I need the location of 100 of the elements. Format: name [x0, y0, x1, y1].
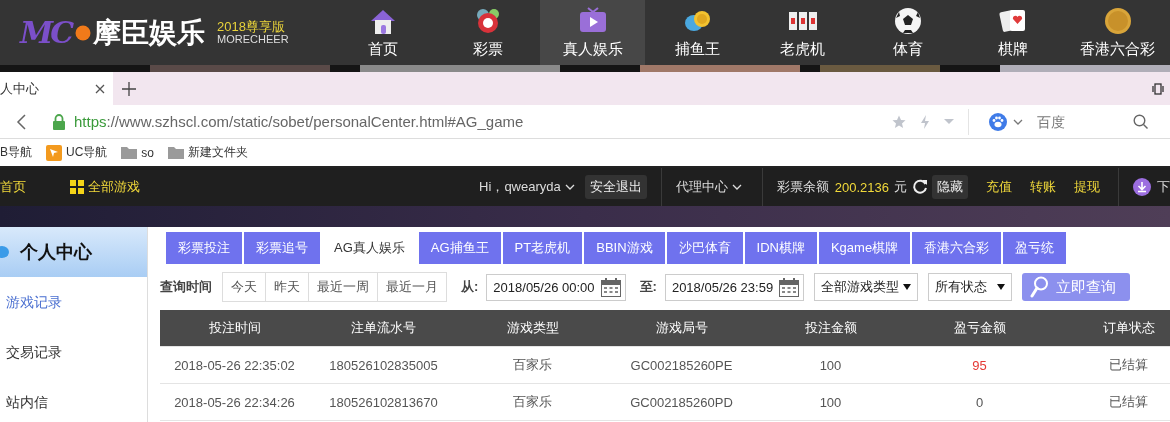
- logo-name: 摩臣娱乐: [93, 15, 206, 50]
- dropdown[interactable]: 所有状态: [928, 273, 1013, 301]
- nav-item[interactable]: 捕鱼王: [645, 0, 750, 65]
- caret-icon: [997, 284, 1006, 290]
- search-field[interactable]: 百度: [1035, 112, 1127, 131]
- bookmark[interactable]: 新建文件夹: [168, 144, 249, 161]
- tab[interactable]: 盈亏统: [1003, 232, 1067, 264]
- calendar-icon: [779, 277, 800, 297]
- action-link[interactable]: 充值: [986, 178, 1012, 196]
- user-menu[interactable]: Hi，qwearyda: [479, 178, 581, 196]
- table-cell-text: 百家乐: [512, 356, 553, 374]
- dropdown[interactable]: 全部游戏类型: [814, 273, 919, 301]
- tab[interactable]: BBIN游戏: [584, 232, 665, 264]
- tab[interactable]: 沙巴体育: [666, 232, 743, 264]
- nav-item[interactable]: 首页: [330, 0, 435, 65]
- tab[interactable]: 彩票投注: [166, 232, 242, 264]
- folder-icon: [121, 144, 138, 161]
- column-header: 订单状态: [1101, 319, 1156, 337]
- column-header: 盈亏金额: [952, 319, 1007, 337]
- chevron-down-icon: [564, 184, 575, 190]
- caret-icon: [903, 284, 912, 290]
- lightning-icon: [920, 114, 930, 129]
- coin-icon: [1102, 6, 1133, 36]
- caret-icon: [944, 118, 954, 125]
- table-cell-text: 180526102835005: [328, 357, 439, 373]
- sidebar-item[interactable]: 站内信: [0, 377, 147, 422]
- tab[interactable]: 香港六合彩: [912, 232, 1002, 264]
- logo-mark: MC: [20, 15, 72, 50]
- home-link[interactable]: 首页: [0, 178, 26, 196]
- table-cell-text: 100: [818, 394, 843, 410]
- paw-icon: [989, 112, 1007, 131]
- back-icon: [16, 113, 26, 130]
- window-icon: [1152, 82, 1164, 95]
- table-cell-text: 100: [818, 357, 843, 373]
- table-cell-text: 已结算: [1108, 356, 1149, 374]
- date-label: 至:: [639, 278, 657, 296]
- balance-label: 彩票余额: [776, 178, 829, 196]
- sidebar-item[interactable]: 游戏记录: [0, 277, 147, 327]
- currency-label: 元: [894, 178, 907, 196]
- column-header: 游戏局号: [654, 319, 709, 337]
- action-link[interactable]: 转账: [1030, 178, 1056, 196]
- bookmark[interactable]: UC导航: [46, 144, 108, 161]
- bookmark[interactable]: B导航: [0, 144, 32, 161]
- nav-item[interactable]: 老虎机: [750, 0, 855, 65]
- tab-title: 人中心: [0, 79, 39, 98]
- soccer-ball-icon: [892, 6, 923, 36]
- brand-label: MORECHEER: [217, 32, 289, 46]
- lock-icon: [52, 113, 66, 130]
- table-cell-text: 2018-05-26 22:34:26: [173, 394, 296, 410]
- uc-icon: [46, 144, 62, 161]
- sidebar-item[interactable]: 交易记录: [0, 327, 147, 377]
- column-header: 投注金额: [803, 319, 858, 337]
- action-link[interactable]: 提现: [1074, 178, 1100, 196]
- refresh-icon: [912, 179, 928, 195]
- hide-button[interactable]: 隐藏: [932, 175, 968, 199]
- table-cell-text: 百家乐: [512, 393, 553, 411]
- tab[interactable]: PT老虎机: [502, 232, 583, 264]
- table-cell-text: 已结算: [1108, 393, 1149, 411]
- chevron-down-icon: [1013, 118, 1023, 125]
- nav-item[interactable]: 真人娱乐: [540, 0, 645, 65]
- table-cell-text: 95: [971, 357, 988, 373]
- nav-item[interactable]: 彩票: [435, 0, 540, 65]
- nav-item[interactable]: 体育: [855, 0, 960, 65]
- nav-item[interactable]: 香港六合彩: [1065, 0, 1170, 65]
- close-icon: [95, 83, 105, 94]
- search-icon: [1133, 114, 1148, 129]
- table-cell-text: GC002185260PE: [629, 357, 734, 373]
- column-header: 投注时间: [207, 319, 262, 337]
- nav-item[interactable]: 棋牌: [960, 0, 1065, 65]
- url-text[interactable]: https://www.szhscl.com/static/sobet/personalCenter.html#AG_game: [74, 113, 524, 130]
- tab[interactable]: Kgame棋牌: [818, 232, 911, 264]
- ball-icon: [75, 24, 92, 41]
- browser-tab[interactable]: 人中心: [0, 72, 113, 105]
- tab[interactable]: IDN棋牌: [744, 232, 817, 264]
- plus-icon: [122, 81, 136, 96]
- bookmark[interactable]: so: [121, 144, 155, 161]
- column-header: 注单流水号: [350, 319, 417, 337]
- download-icon: [1133, 178, 1151, 196]
- logout-button[interactable]: 安全退出: [584, 175, 647, 199]
- date-field[interactable]: 2018/05/26 23:59: [664, 273, 805, 301]
- chevron-down-icon: [731, 184, 742, 190]
- table-cell-text: 2018-05-26 22:35:02: [173, 357, 296, 373]
- column-header: 游戏类型: [505, 319, 560, 337]
- download-link[interactable]: 下: [1133, 178, 1170, 196]
- folder-icon: [168, 144, 185, 161]
- filter-label: 查询时间: [160, 278, 212, 296]
- balance-value: 200.2136: [834, 179, 889, 195]
- table-cell-text: GC002185260PD: [629, 394, 734, 410]
- tab[interactable]: AG捕鱼王: [418, 232, 501, 264]
- edition-label: 2018尊享版: [217, 19, 286, 33]
- table-cell-text: 180526102813670: [328, 394, 439, 410]
- bubble-icon: [0, 244, 10, 260]
- grid-icon: [70, 180, 84, 194]
- star-icon: [892, 114, 906, 129]
- tab[interactable]: 彩票追号: [244, 232, 320, 264]
- date-field[interactable]: 2018/05/26 00:00: [486, 273, 626, 301]
- agent-menu[interactable]: 代理中心: [675, 178, 748, 196]
- all-games-link[interactable]: 全部游戏: [70, 178, 140, 196]
- calendar-icon: [600, 277, 621, 297]
- date-label: 从:: [461, 278, 479, 296]
